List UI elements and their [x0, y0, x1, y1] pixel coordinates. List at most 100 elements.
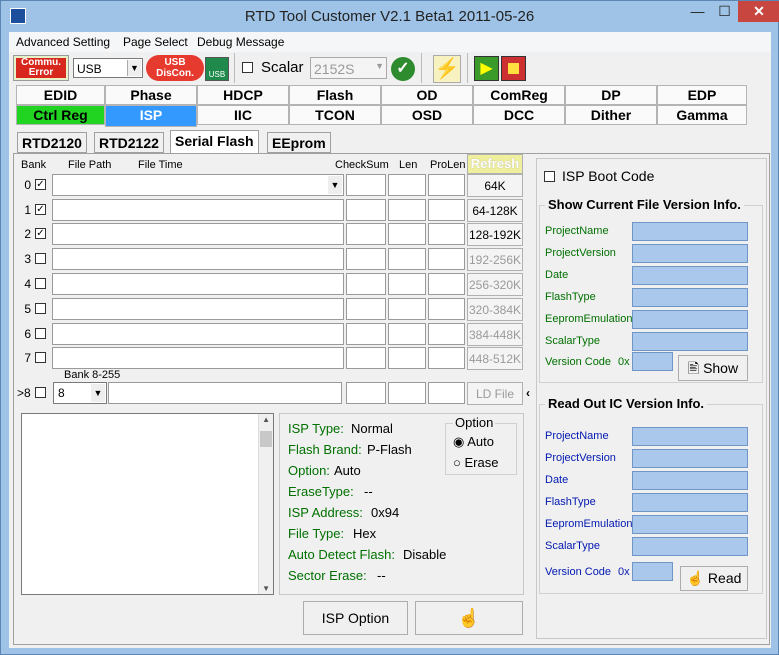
range-button[interactable]: 384-448K [467, 323, 523, 346]
bank-checkbox[interactable]: ✓ [35, 179, 46, 190]
isp-info-label: EraseType: [288, 484, 354, 499]
range-button[interactable]: 320-384K [467, 298, 523, 321]
menu-advanced-setting[interactable]: Advanced Setting [16, 35, 110, 49]
tab-phase[interactable]: Phase [105, 85, 197, 105]
file-path-field[interactable] [52, 347, 344, 369]
range-button[interactable]: 64K [467, 174, 523, 197]
scroll-down-icon[interactable]: ▼ [262, 584, 270, 593]
bank-checkbox[interactable]: ✓ [35, 204, 46, 215]
bank8-select[interactable]: 8 ▼ [53, 382, 107, 404]
show-button[interactable]: 🖹 Show [678, 355, 748, 381]
file-path-field[interactable] [52, 323, 344, 345]
current-field-label: ProjectVersion [545, 247, 616, 259]
range-button[interactable]: 192-256K [467, 248, 523, 271]
bank8-prolen [428, 382, 465, 404]
checksum-field [346, 347, 386, 369]
current-field-label: EepromEmulation [545, 313, 633, 325]
bank-number: 4 [24, 277, 31, 291]
read-field-value [632, 493, 748, 512]
current-field-value [632, 266, 748, 285]
file-path-field[interactable] [52, 223, 344, 245]
lightning-icon[interactable]: ⚡ [433, 55, 461, 83]
check-icon[interactable]: ✓ [391, 57, 415, 81]
play-icon[interactable]: ▶ [474, 56, 499, 81]
tab-dp[interactable]: DP [565, 85, 657, 105]
read-button[interactable]: ☝ Read [680, 566, 748, 591]
file-path-field[interactable]: ▼ [52, 174, 344, 196]
tab-dcc[interactable]: DCC [473, 105, 565, 125]
radio-erase[interactable]: ○ Erase [453, 455, 498, 470]
read-field-label: FlashType [545, 496, 596, 508]
tab-edp[interactable]: EDP [657, 85, 747, 105]
usb-icon[interactable]: USB [205, 57, 229, 81]
scalar-select[interactable]: 2152S ▼ [310, 57, 387, 79]
usb-disconnect-button[interactable]: USB DisCon. [146, 55, 204, 81]
bank-checkbox[interactable] [35, 303, 46, 314]
log-textarea[interactable]: ▲ ▼ [21, 413, 274, 595]
title-bar: RTD Tool Customer V2.1 Beta1 2011-05-26 … [1, 1, 779, 31]
tab-dither[interactable]: Dither [565, 105, 657, 125]
menu-debug-message[interactable]: Debug Message [197, 35, 284, 49]
client-area: Advanced Setting Page Select Debug Messa… [9, 32, 771, 648]
range-button[interactable]: 128-192K [467, 223, 523, 246]
read-version-code-field [632, 562, 673, 581]
bank8-checkbox[interactable] [35, 387, 46, 398]
tab-flash[interactable]: Flash [289, 85, 381, 105]
tab-iic[interactable]: IIC [197, 105, 289, 125]
read-out-title: Read Out IC Version Info. [545, 396, 708, 411]
chevron-down-icon[interactable]: ▼ [91, 384, 105, 402]
read-field-value [632, 515, 748, 534]
ld-file-button[interactable]: LD File [467, 382, 523, 405]
tab-osd[interactable]: OSD [381, 105, 473, 125]
subtab-eeprom[interactable]: EEprom [267, 132, 331, 153]
tab-od[interactable]: OD [381, 85, 473, 105]
read-field-label: ProjectVersion [545, 452, 616, 464]
file-path-field[interactable] [52, 248, 344, 270]
isp-option-button[interactable]: ISP Option [303, 601, 408, 635]
toolbar-divider [467, 53, 468, 83]
close-button[interactable]: ✕ [738, 1, 779, 22]
log-scrollbar[interactable] [258, 414, 273, 594]
radio-auto[interactable]: ◉ Auto [453, 434, 494, 450]
tab-edid[interactable]: EDID [16, 85, 105, 105]
chevron-down-icon[interactable]: ▼ [328, 176, 342, 194]
range-button[interactable]: 448-512K [467, 347, 523, 370]
bank-checkbox[interactable] [35, 352, 46, 363]
tab-gamma[interactable]: Gamma [657, 105, 747, 125]
tab-ctrl-reg[interactable]: Ctrl Reg [16, 105, 105, 125]
scalar-checkbox[interactable] [242, 62, 253, 73]
range-button[interactable]: 64-128K [467, 199, 523, 222]
subtab-serial-flash[interactable]: Serial Flash [170, 130, 259, 153]
isp-boot-code-checkbox[interactable] [544, 171, 555, 182]
chevron-left-icon[interactable]: ‹ [526, 386, 530, 400]
file-path-field[interactable] [52, 298, 344, 320]
scroll-up-icon[interactable]: ▲ [262, 415, 270, 424]
bank-checkbox[interactable] [35, 253, 46, 264]
bank8-file-path[interactable] [108, 382, 342, 404]
file-path-field[interactable] [52, 199, 344, 221]
tab-hdcp[interactable]: HDCP [197, 85, 289, 105]
subtab-rtd2122[interactable]: RTD2122 [94, 132, 164, 153]
bank-checkbox[interactable] [35, 328, 46, 339]
bank-checkbox[interactable] [35, 278, 46, 289]
minimize-button[interactable]: — [684, 1, 711, 22]
file-path-field[interactable] [52, 273, 344, 295]
read-label: Read [707, 570, 742, 586]
range-button[interactable]: 256-320K [467, 273, 523, 296]
maximize-button[interactable]: ☐ [711, 1, 738, 22]
tab-isp[interactable]: ISP [105, 105, 197, 127]
menu-page-select[interactable]: Page Select [123, 35, 188, 49]
prolen-field [428, 174, 465, 196]
bank-checkbox[interactable]: ✓ [35, 228, 46, 239]
chevron-down-icon[interactable]: ▼ [127, 60, 141, 76]
window-title: RTD Tool Customer V2.1 Beta1 2011-05-26 [244, 8, 535, 25]
hand-icon-button[interactable]: ☝ [415, 601, 523, 635]
subtab-rtd2120[interactable]: RTD2120 [17, 132, 87, 153]
tab-comreg[interactable]: ComReg [473, 85, 565, 105]
current-field-label: FlashType [545, 291, 596, 303]
refresh-button[interactable]: Refresh [467, 154, 523, 174]
stop-icon[interactable] [501, 56, 526, 81]
tab-tcon[interactable]: TCON [289, 105, 381, 125]
scrollbar-thumb[interactable] [260, 431, 272, 447]
port-select[interactable]: USB ▼ [73, 58, 143, 78]
